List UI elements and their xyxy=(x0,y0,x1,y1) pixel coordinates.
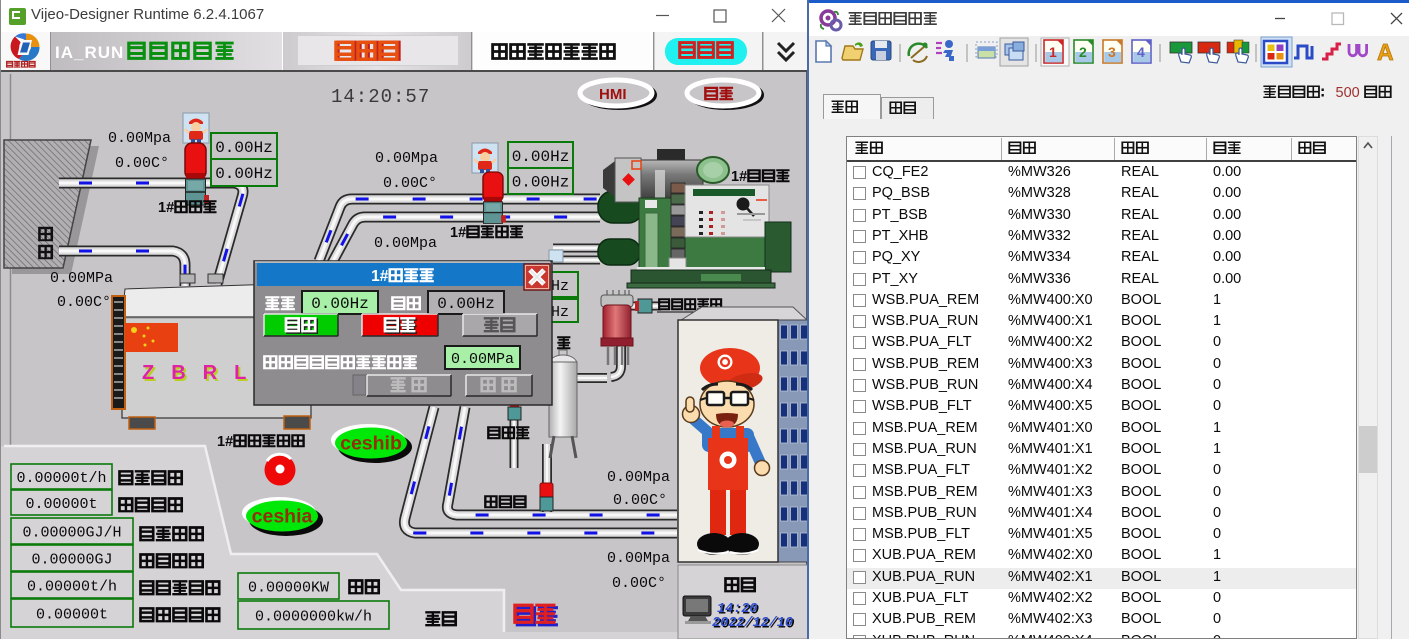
svg-text:福博热力: 福博热力 xyxy=(6,60,36,69)
svg-text:涡累计流量: 涡累计流量 xyxy=(139,607,222,625)
svg-text:0.00Mpa: 0.00Mpa xyxy=(374,235,437,252)
svg-text:用户: 用户 xyxy=(724,577,757,595)
svg-text:涡瞬时流量: 涡瞬时流量 xyxy=(139,580,222,598)
svg-text:0.00C°: 0.00C° xyxy=(383,175,437,192)
svg-text:瞬时流量: 瞬时流量 xyxy=(118,470,184,488)
svg-text:0.00Hz: 0.00Hz xyxy=(311,295,369,313)
svg-text:0.00Hz: 0.00Hz xyxy=(215,139,273,157)
svg-text:1#中介水泵: 1#中介水泵 xyxy=(450,224,524,241)
svg-text:1#污水换热器: 1#污水换热器 xyxy=(217,433,306,450)
svg-text:0.00000GJ/H: 0.00000GJ/H xyxy=(22,525,121,542)
svg-text:0.00C°: 0.00C° xyxy=(57,294,111,311)
svg-text:泄压阀: 泄压阀 xyxy=(484,494,528,511)
svg-text:0.0000000kw/h: 0.0000000kw/h xyxy=(255,609,372,626)
svg-text:1#污水泵: 1#污水泵 xyxy=(158,199,218,216)
svg-text:ZBRL: ZBRL xyxy=(142,362,263,384)
svg-text:0.00Hz: 0.00Hz xyxy=(512,148,570,166)
svg-text:0.00000t: 0.00000t xyxy=(36,607,108,624)
svg-text:电能: 电能 xyxy=(425,611,458,629)
svg-text:运行: 运行 xyxy=(384,317,417,335)
svg-text:A: A xyxy=(1377,39,1394,65)
svg-text:1#压缩机: 1#压缩机 xyxy=(731,168,791,185)
svg-text:累计热量: 累计热量 xyxy=(139,553,205,571)
svg-text:远程: 远程 xyxy=(285,317,318,335)
svg-text:设定: 设定 xyxy=(265,295,296,313)
svg-text:反馈: 反馈 xyxy=(391,295,422,313)
svg-text:水: 水 xyxy=(38,244,54,262)
svg-text:2: 2 xyxy=(1079,44,1087,60)
svg-text:0.00000t/h: 0.00000t/h xyxy=(27,579,117,596)
svg-text:0.00000t/h: 0.00000t/h xyxy=(16,470,106,487)
svg-text:3: 3 xyxy=(1108,44,1116,60)
svg-text:HMI: HMI xyxy=(599,86,627,103)
svg-text:补水泵: 补水泵 xyxy=(487,425,531,442)
svg-text:故障: 故障 xyxy=(484,317,517,335)
svg-text:14:20: 14:20 xyxy=(717,602,758,617)
svg-text:0.00MPa: 0.00MPa xyxy=(451,351,514,368)
svg-text:1: 1 xyxy=(1049,44,1057,60)
svg-text:累计流量: 累计流量 xyxy=(118,497,184,515)
svg-text:巡检: 巡检 xyxy=(704,86,734,103)
svg-text:0.00C°: 0.00C° xyxy=(612,575,666,592)
svg-text:ceshia: ceshia xyxy=(252,506,313,528)
svg-text:0.00Mpa: 0.00Mpa xyxy=(108,130,171,147)
svg-text:2022/12/10: 2022/12/10 xyxy=(712,616,793,631)
svg-text:0.00Mpa: 0.00Mpa xyxy=(607,469,670,486)
svg-text:14:20:57: 14:20:57 xyxy=(331,86,430,108)
svg-text:停 止: 停 止 xyxy=(480,377,518,395)
svg-text:0.00Mpa: 0.00Mpa xyxy=(607,550,670,567)
svg-text:功率: 功率 xyxy=(348,579,381,597)
svg-text:启 动: 启 动 xyxy=(390,377,428,395)
svg-text:火石: 火石 xyxy=(513,602,557,627)
svg-text:ceshib: ceshib xyxy=(340,433,402,455)
svg-text:0.00MPa: 0.00MPa xyxy=(50,270,113,287)
svg-text:0.00000GJ: 0.00000GJ xyxy=(31,552,112,569)
svg-text:0.00Hz: 0.00Hz xyxy=(437,295,495,313)
svg-text:4: 4 xyxy=(1137,44,1145,60)
svg-text:0.00000t: 0.00000t xyxy=(25,496,97,513)
svg-text:0.00000KW: 0.00000KW xyxy=(248,580,329,597)
svg-text:0.00C°: 0.00C° xyxy=(115,155,169,172)
svg-text:污: 污 xyxy=(38,226,54,244)
svg-text:瞬时热量: 瞬时热量 xyxy=(139,526,205,544)
svg-text:0.00Hz: 0.00Hz xyxy=(512,174,570,192)
svg-text:低于此压力循环泵停泵: 低于此压力循环泵停泵 xyxy=(263,354,418,372)
svg-text:泵: 泵 xyxy=(557,335,572,352)
svg-text:0.00C°: 0.00C° xyxy=(613,492,667,509)
svg-text:1#循环泵: 1#循环泵 xyxy=(371,267,435,285)
svg-text:0.00Hz: 0.00Hz xyxy=(215,165,273,183)
svg-text:0.00Mpa: 0.00Mpa xyxy=(375,150,438,167)
